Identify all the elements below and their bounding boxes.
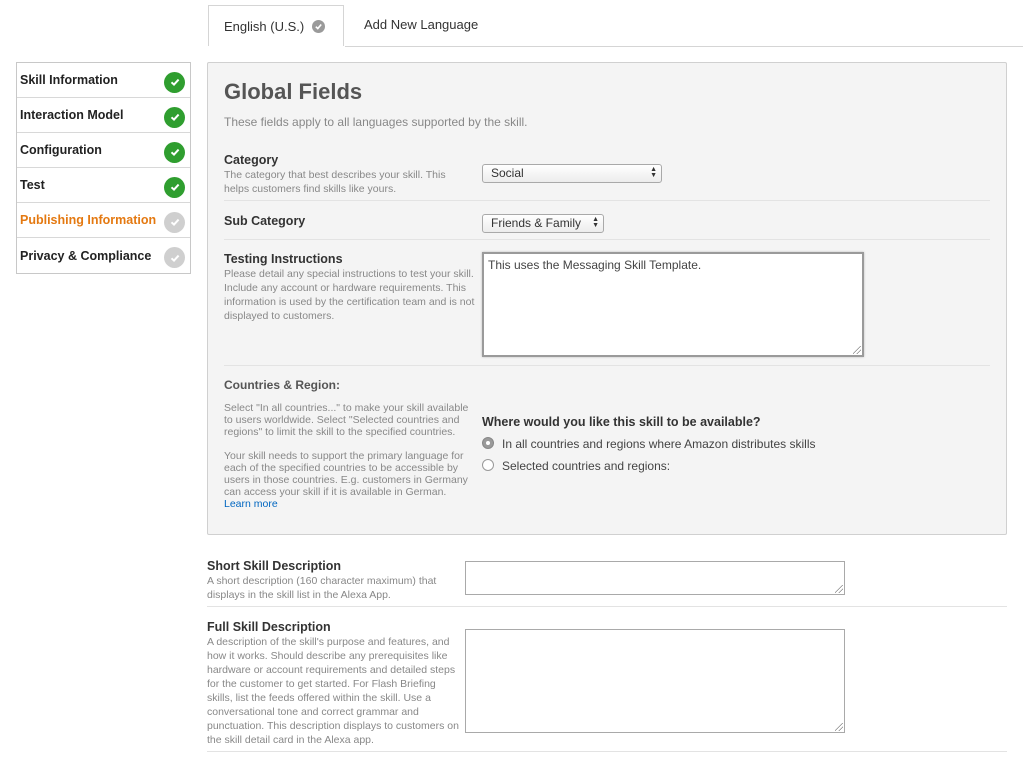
divider xyxy=(207,751,1007,752)
sidebar-item-label: Publishing Information xyxy=(20,213,157,227)
full-description-textarea[interactable] xyxy=(465,629,845,733)
testing-instructions-label: Testing Instructions xyxy=(224,252,343,266)
sidebar-nav: Skill Information Interaction Model Conf… xyxy=(16,62,191,274)
countries-help-1: Select "In all countries..." to make you… xyxy=(224,402,469,438)
countries-help-2-text: Your skill needs to support the primary … xyxy=(224,450,468,498)
sidebar-item-publishing-information[interactable]: Publishing Information xyxy=(17,203,190,238)
radio-selected-countries-label[interactable]: Selected countries and regions: xyxy=(502,459,670,473)
resize-grip-icon[interactable] xyxy=(835,723,843,731)
radio-all-countries[interactable] xyxy=(482,437,494,449)
resize-grip-icon[interactable] xyxy=(853,346,861,354)
select-arrows-icon: ▲ ▼ xyxy=(592,216,599,229)
category-help: The category that best describes your sk… xyxy=(224,169,446,195)
sidebar-item-label: Privacy & Compliance xyxy=(20,248,152,263)
sidebar-item-privacy-compliance[interactable]: Privacy & Compliance xyxy=(17,238,190,273)
resize-grip-icon[interactable] xyxy=(835,585,843,593)
tab-english-us[interactable]: English (U.S.) xyxy=(208,5,344,46)
check-circle-icon xyxy=(164,176,185,198)
category-select[interactable]: Social ▲ ▼ xyxy=(482,164,662,183)
sidebar-item-test[interactable]: Test xyxy=(17,168,190,203)
full-description-help: A description of the skill's purpose and… xyxy=(207,636,459,746)
short-description-help: A short description (160 character maxim… xyxy=(207,575,437,601)
full-description-label: Full Skill Description xyxy=(207,620,331,634)
panel-title: Global Fields xyxy=(224,79,363,104)
sidebar-item-label: Test xyxy=(20,178,45,192)
countries-region-label: Countries & Region: xyxy=(224,378,340,392)
sidebar-item-label: Configuration xyxy=(20,143,102,157)
check-circle-icon xyxy=(164,141,185,163)
sidebar-item-label: Interaction Model xyxy=(20,108,124,122)
language-tabs: English (U.S.) Add New Language xyxy=(207,0,1023,47)
learn-more-link[interactable]: Learn more xyxy=(224,498,278,510)
tab-add-new-language[interactable]: Add New Language xyxy=(364,17,478,32)
divider xyxy=(207,606,1007,607)
divider xyxy=(224,239,990,240)
global-fields-panel: Global Fields These fields apply to all … xyxy=(207,62,1007,535)
tabs-baseline xyxy=(345,46,1023,47)
check-circle-icon xyxy=(164,247,185,268)
check-icon xyxy=(312,19,326,33)
sidebar-item-configuration[interactable]: Configuration xyxy=(17,133,190,168)
check-circle-icon xyxy=(164,71,185,93)
select-arrows-icon: ▲ ▼ xyxy=(650,166,657,179)
testing-instructions-value: This uses the Messaging Skill Template. xyxy=(488,258,702,272)
sidebar-item-skill-information[interactable]: Skill Information xyxy=(17,63,190,98)
short-description-textarea[interactable] xyxy=(465,561,845,595)
category-select-value: Social xyxy=(491,166,524,180)
category-label: Category xyxy=(224,153,279,167)
sub-category-label: Sub Category xyxy=(224,214,306,228)
countries-help-2: Your skill needs to support the primary … xyxy=(224,450,474,510)
radio-selected-countries[interactable] xyxy=(482,459,494,471)
divider xyxy=(224,365,990,366)
availability-question: Where would you like this skill to be av… xyxy=(482,415,761,429)
tab-label: English (U.S.) xyxy=(224,18,305,34)
testing-instructions-help: Please detail any special instructions t… xyxy=(224,268,475,322)
panel-subtitle: These fields apply to all languages supp… xyxy=(224,115,528,129)
check-circle-icon xyxy=(164,106,185,128)
check-circle-icon xyxy=(164,211,185,233)
sub-category-select-value: Friends & Family xyxy=(491,216,582,230)
sub-category-select[interactable]: Friends & Family ▲ ▼ xyxy=(482,214,604,233)
sidebar-item-interaction-model[interactable]: Interaction Model xyxy=(17,98,190,133)
radio-all-countries-label[interactable]: In all countries and regions where Amazo… xyxy=(502,437,816,451)
testing-instructions-textarea[interactable]: This uses the Messaging Skill Template. xyxy=(482,252,864,357)
sidebar-item-label: Skill Information xyxy=(20,73,118,87)
short-description-label: Short Skill Description xyxy=(207,559,342,573)
divider xyxy=(224,200,990,201)
